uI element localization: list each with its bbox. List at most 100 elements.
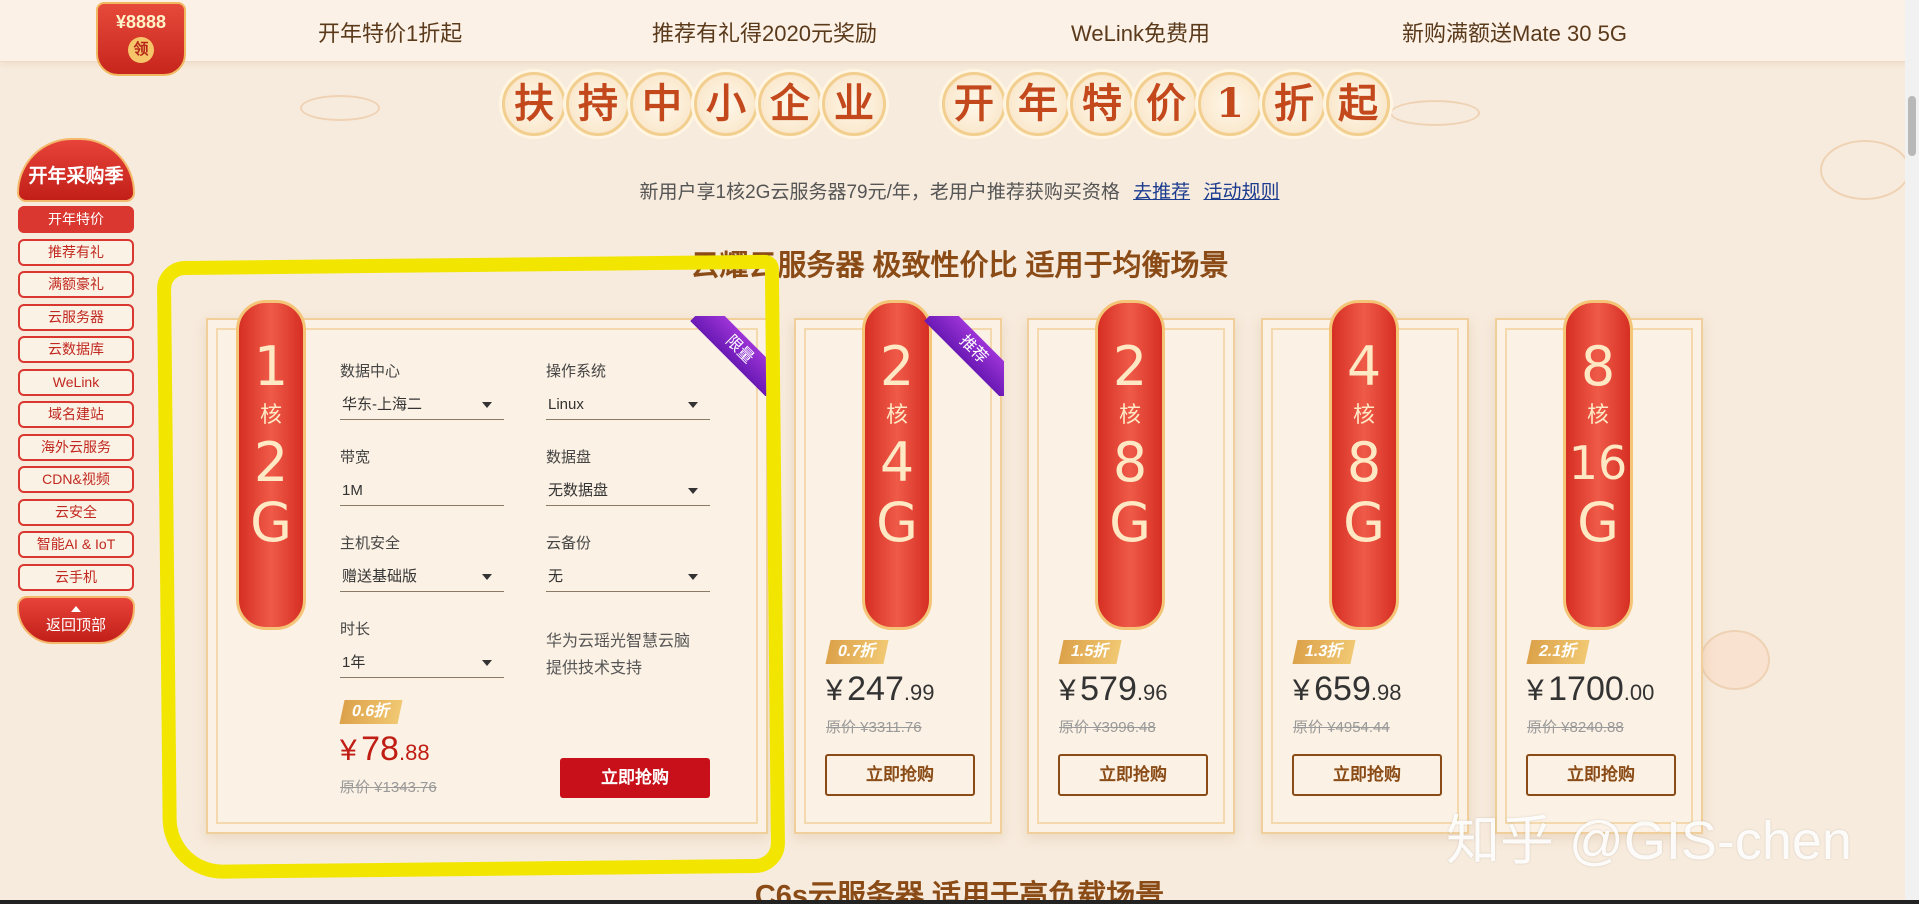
memory-unit: G [250, 491, 292, 554]
cpu-unit: 核 [259, 403, 282, 428]
note-line-2: 提供技术支持 [546, 660, 643, 677]
bandwidth-field[interactable]: 1M [340, 476, 504, 506]
coupon-badge[interactable]: ¥8888 领 [96, 2, 186, 76]
sidebar-item-referral[interactable]: 推荐有礼 [18, 238, 134, 266]
product-card-4c8g: 4 核 8 G 1.3折 ¥ 659.98 原价 ¥4954.44 立即抢购 [1261, 300, 1469, 834]
headline-char: 小 [694, 72, 758, 136]
subtitle-text: 新用户享1核2G云服务器79元/年，老用户推荐获购买资格 [639, 182, 1120, 203]
section-title: 云耀云服务器 极致性价比 适用于均衡场景 [690, 250, 1229, 282]
product-card-8c16g: 8 核 16 G 2.1折 ¥ 1700.00 原价 ¥8240.88 立即抢购 [1495, 300, 1703, 834]
sidebar-item-cloud-phone[interactable]: 云手机 [18, 563, 134, 591]
headline-char: 业 [822, 72, 886, 136]
os-select[interactable]: Linux [546, 390, 710, 420]
buy-now-button[interactable]: 立即抢购 [1526, 754, 1676, 796]
chevron-down-icon [688, 574, 698, 580]
vertical-scrollbar[interactable] [1905, 0, 1919, 904]
cloud-decoration [300, 95, 380, 121]
price-decimal: .96 [1136, 680, 1168, 705]
recommend-link[interactable]: 去推荐 [1133, 182, 1190, 203]
memory-size: 8 [1346, 431, 1382, 494]
spec-ribbon: 4 核 8 G [1329, 300, 1399, 630]
memory-size: 8 [1112, 431, 1148, 494]
cpu-cores: 4 [1346, 335, 1382, 398]
chevron-down-icon [688, 402, 698, 408]
backup-select[interactable]: 无 [546, 562, 710, 592]
buy-now-button[interactable]: 立即抢购 [1058, 754, 1208, 796]
chevron-down-icon [482, 402, 492, 408]
cpu-cores: 8 [1580, 335, 1616, 398]
backup-value: 无 [548, 568, 564, 585]
recommend-tag-label: 推荐 [924, 316, 1004, 396]
top-link-mate30[interactable]: 新购满额送Mate 30 5G [1402, 16, 1627, 48]
security-select[interactable]: 赠送基础版 [340, 562, 504, 592]
disk-value: 无数据盘 [548, 482, 609, 499]
top-link-welink[interactable]: WeLink免费用 [1071, 16, 1210, 48]
memory-unit: G [1109, 491, 1151, 554]
security-value: 赠送基础版 [342, 568, 418, 585]
coupon-amount: ¥8888 [115, 12, 167, 32]
duration-select[interactable]: 1年 [340, 648, 504, 678]
price-decimal: .00 [1623, 680, 1655, 705]
sidebar-item-welink[interactable]: WeLink [18, 368, 134, 396]
sidebar-item-domain[interactable]: 域名建站 [18, 401, 134, 428]
limited-tag-label: 限量 [690, 316, 770, 396]
cloud-decoration [1390, 100, 1480, 126]
product-card-2c8g: 2 核 8 G 1.5折 ¥ 579.96 原价 ¥3996.48 立即抢购 [1027, 300, 1235, 834]
bandwidth-value: 1M [342, 482, 363, 499]
cpu-cores: 2 [879, 335, 915, 398]
discount-badge: 1.5折 [1058, 640, 1122, 664]
watermark: 知乎 @GIS-chen [1446, 811, 1852, 871]
headline-char: 价 [1134, 72, 1198, 136]
sidebar-title: 开年采购季 [17, 138, 135, 202]
limited-tag: 限量 [690, 316, 770, 396]
sidebar-item-cloud-server[interactable]: 云服务器 [18, 303, 134, 331]
spec-ribbon: 8 核 16 G [1563, 300, 1633, 630]
price-integer: 659 [1314, 670, 1371, 708]
sidebar-item-sale[interactable]: 开年特价 [18, 206, 134, 233]
back-to-top-button[interactable]: 返回顶部 [17, 596, 135, 644]
price-integer: 78 [361, 730, 399, 768]
sidebar-item-overseas[interactable]: 海外云服务 [18, 433, 134, 461]
datacenter-value: 华东-上海二 [342, 396, 422, 413]
memory-size: 4 [879, 431, 915, 494]
sidebar-item-ai-iot[interactable]: 智能AI & IoT [18, 531, 134, 558]
top-link-sale[interactable]: 开年特价1折起 [318, 16, 462, 48]
duration-label: 时长 [340, 621, 371, 638]
sidebar-item-security[interactable]: 云安全 [18, 498, 134, 526]
price-currency: ¥ [826, 674, 843, 707]
top-link-referral[interactable]: 推荐有礼得2020元奖励 [652, 16, 877, 48]
price: ¥ 247.99 [826, 670, 934, 709]
backup-label: 云备份 [546, 535, 592, 552]
discount-badge: 0.7折 [825, 640, 889, 664]
chevron-down-icon [688, 488, 698, 494]
buy-now-button[interactable]: 立即抢购 [560, 758, 710, 798]
cpu-unit: 核 [1352, 403, 1375, 428]
buy-now-button[interactable]: 立即抢购 [1292, 754, 1442, 796]
datacenter-select[interactable]: 华东-上海二 [340, 390, 504, 420]
scrollbar-thumb[interactable] [1908, 96, 1916, 156]
spec-ribbon: 2 核 8 G [1095, 300, 1165, 630]
caret-up-icon [71, 606, 81, 612]
price-integer: 1700 [1548, 670, 1624, 708]
sidebar-item-cdn[interactable]: CDN&视频 [18, 466, 134, 493]
price-integer: 579 [1080, 670, 1137, 708]
product-card-1c2g: 1 核 2 G 限量 数据中心 华东-上海二 操作系统 Linux 带宽 1M … [206, 300, 770, 834]
os-value: Linux [548, 396, 584, 413]
price: ¥ 579.96 [1059, 670, 1167, 709]
sidebar-item-gifts[interactable]: 满额豪礼 [18, 271, 134, 298]
back-to-top-label: 返回顶部 [45, 617, 106, 634]
headline-char: 起 [1326, 72, 1390, 136]
price: ¥ 78.88 [340, 730, 430, 769]
bottom-edge [0, 900, 1919, 904]
cpu-cores: 2 [1112, 335, 1148, 398]
disk-select[interactable]: 无数据盘 [546, 476, 710, 506]
sidebar-item-cloud-db[interactable]: 云数据库 [18, 336, 134, 363]
left-floating-nav: 开年采购季 开年特价 推荐有礼 满额豪礼 云服务器 云数据库 WeLink 域名… [17, 138, 135, 644]
headline-char: 中 [630, 72, 694, 136]
original-price: 原价 ¥3311.76 [826, 719, 922, 736]
price: ¥ 659.98 [1293, 670, 1401, 709]
price-integer: 247 [847, 670, 904, 708]
promo-subtitle: 新用户享1核2G云服务器79元/年，老用户推荐获购买资格 去推荐 活动规则 [0, 177, 1919, 204]
rules-link[interactable]: 活动规则 [1203, 182, 1279, 203]
buy-now-button[interactable]: 立即抢购 [825, 754, 975, 796]
